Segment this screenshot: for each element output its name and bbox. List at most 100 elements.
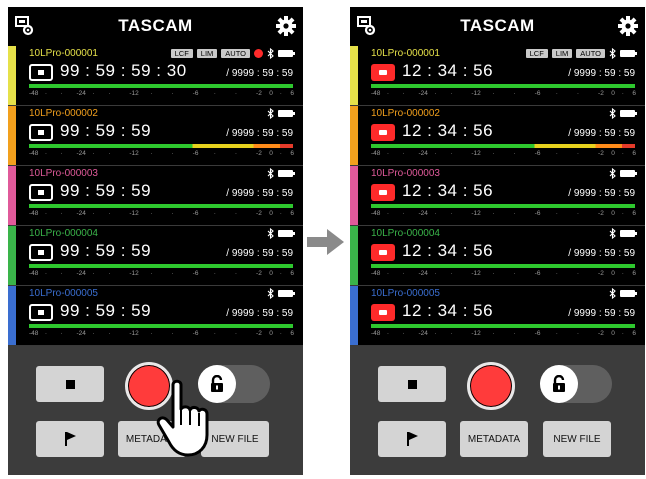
recording-status-icon [371, 244, 395, 261]
scale-tick-label: · [513, 330, 516, 337]
scale-tick-label: 6 [290, 270, 294, 277]
scale-tick-label: 6 [632, 270, 636, 277]
track-row[interactable]: 10LPro-000001 LCF LIM AUTO 12 : 34 : 56 / 999… [350, 46, 645, 106]
scale-tick-label: 0 [611, 90, 615, 97]
recording-status-icon [371, 184, 395, 201]
track-row[interactable]: 10LPro-000005 99 : 59 : 59 / 9999 : 59 : 5… [8, 286, 303, 346]
track-row[interactable]: 10LPro-000004 12 : 34 : 56 / 9999 : 59 : 5… [350, 226, 645, 286]
stop-button[interactable] [378, 366, 446, 402]
scale-tick-label: -6 [534, 210, 541, 217]
battery-icon [278, 230, 295, 237]
bluetooth-icon [609, 228, 616, 239]
scale-tick-label: -24 [76, 90, 86, 97]
scale-tick-label: · [621, 210, 624, 217]
battery-icon [620, 230, 637, 237]
setting-badge: LCF [525, 49, 548, 58]
track-status-icons: LCF LIM AUTO [525, 48, 637, 59]
track-status-icons [267, 228, 295, 239]
stop-icon [407, 379, 417, 389]
scale-tick-label: · [434, 330, 437, 337]
level-meter-fill [371, 144, 635, 148]
elapsed-time: 12 : 34 : 56 [402, 301, 494, 320]
battery-icon [620, 50, 637, 57]
remaining-time: / 9999 : 59 : 59 [226, 308, 293, 319]
scale-tick-label: -6 [192, 330, 199, 337]
track-status-icons [267, 288, 295, 299]
stopped-status-icon [29, 184, 53, 201]
track-status-icons: LCF LIM AUTO [170, 48, 295, 59]
scale-tick-label: -2 [598, 330, 604, 337]
gear-icon[interactable] [275, 15, 297, 37]
scale-tick-label: -24 [76, 330, 86, 337]
track-status-icons [609, 108, 637, 119]
track-row[interactable]: 10LPro-000001 LCF LIM AUTO 99 : 59 : 59 : 30… [8, 46, 303, 106]
track-name: 10LPro-000004 [29, 228, 98, 239]
scale-tick-label: · [44, 90, 47, 97]
scale-tick-label: -24 [76, 210, 86, 217]
mark-button[interactable] [36, 421, 104, 457]
scale-tick-label: -48 [29, 330, 39, 337]
track-row[interactable]: 10LPro-000002 99 : 59 : 59 / 9999 : 59 : 5… [8, 106, 303, 166]
scale-tick-label: -12 [129, 270, 139, 277]
track-color-strip [350, 106, 358, 166]
scale-tick-label: · [386, 210, 389, 217]
scale-tick-label: -6 [534, 330, 541, 337]
track-row[interactable]: 10LPro-000003 12 : 34 : 56 / 9999 : 59 : 5… [350, 166, 645, 226]
track-row[interactable]: 10LPro-000002 12 : 34 : 56 / 9999 : 59 : 5… [350, 106, 645, 166]
scale-tick-label: · [171, 330, 174, 337]
track-name: 10LPro-000003 [29, 168, 98, 179]
track-row[interactable]: 10LPro-000005 12 : 34 : 56 / 9999 : 59 : 5… [350, 286, 645, 346]
meter-scale: -48 · · -24 · · -12 · · -6 · · -2 0 · 6 [29, 210, 294, 220]
level-meter-fill [29, 144, 293, 148]
scale-tick-label: -24 [418, 210, 428, 217]
flag-icon [65, 432, 76, 446]
scale-tick-label: · [513, 210, 516, 217]
scale-tick-label: -24 [418, 150, 428, 157]
record-button[interactable] [467, 362, 515, 410]
scale-tick-label: · [279, 210, 282, 217]
scale-tick-label: 6 [290, 90, 294, 97]
level-meter [371, 204, 635, 208]
meter-scale: -48 · · -24 · · -12 · · -6 · · -2 0 · 6 [29, 90, 294, 100]
scale-tick-label: 0 [269, 270, 273, 277]
scale-tick-label: · [621, 90, 624, 97]
scale-tick-label: · [108, 270, 111, 277]
mark-button[interactable] [378, 421, 446, 457]
scale-tick-label: · [492, 270, 495, 277]
metadata-button[interactable]: METADATA [460, 421, 528, 457]
scale-tick-label: · [492, 90, 495, 97]
scale-tick-label: · [150, 210, 153, 217]
scale-tick-label: -2 [256, 210, 262, 217]
scale-tick-label: · [279, 90, 282, 97]
scale-tick-label: -48 [371, 150, 381, 157]
track-color-strip [8, 286, 16, 346]
level-meter [29, 144, 293, 148]
scale-tick-label: · [576, 210, 580, 217]
scale-tick-label: · [555, 270, 558, 277]
track-status-icons [609, 288, 637, 299]
gear-icon[interactable] [617, 15, 639, 37]
phone-screen-after: TASCAM 10LPro-000001 LCF LIM AUTO 12 : 34 : … [350, 7, 645, 475]
scale-tick-label: · [492, 210, 495, 217]
scale-tick-label: -48 [371, 270, 381, 277]
level-meter [371, 144, 635, 148]
scale-tick-label: · [213, 270, 216, 277]
elapsed-time: 12 : 34 : 56 [402, 241, 494, 260]
battery-icon [278, 170, 295, 177]
scale-tick-label: · [386, 90, 389, 97]
track-name: 10LPro-000004 [371, 228, 440, 239]
scale-tick-label: · [279, 150, 282, 157]
scale-tick-label: · [213, 210, 216, 217]
scale-tick-label: -24 [418, 90, 428, 97]
top-bar: TASCAM [350, 7, 645, 45]
elapsed-time: 12 : 34 : 56 [402, 121, 494, 140]
meter-scale: -48 · · -24 · · -12 · · -6 · · -2 0 · 6 [371, 270, 636, 280]
track-row[interactable]: 10LPro-000003 99 : 59 : 59 / 9999 : 59 : 5… [8, 166, 303, 226]
scale-tick-label: · [279, 330, 282, 337]
level-meter [29, 324, 293, 328]
lock-toggle-knob[interactable] [540, 365, 578, 403]
scale-tick-label: · [434, 90, 437, 97]
new-file-button[interactable]: NEW FILE [543, 421, 611, 457]
stop-button[interactable] [36, 366, 104, 402]
track-row[interactable]: 10LPro-000004 99 : 59 : 59 / 9999 : 59 : 5… [8, 226, 303, 286]
